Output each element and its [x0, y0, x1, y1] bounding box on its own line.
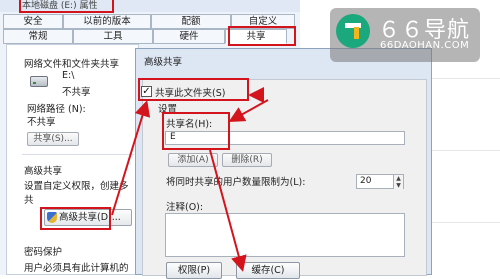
- arrow-to-share-name: [228, 99, 269, 122]
- watermark-logo-icon: [336, 14, 370, 48]
- watermark-domain: 66DAOHAN.COM: [380, 40, 470, 51]
- arrow-to-caching: [209, 149, 247, 272]
- arrow-to-checkbox: [111, 100, 151, 216]
